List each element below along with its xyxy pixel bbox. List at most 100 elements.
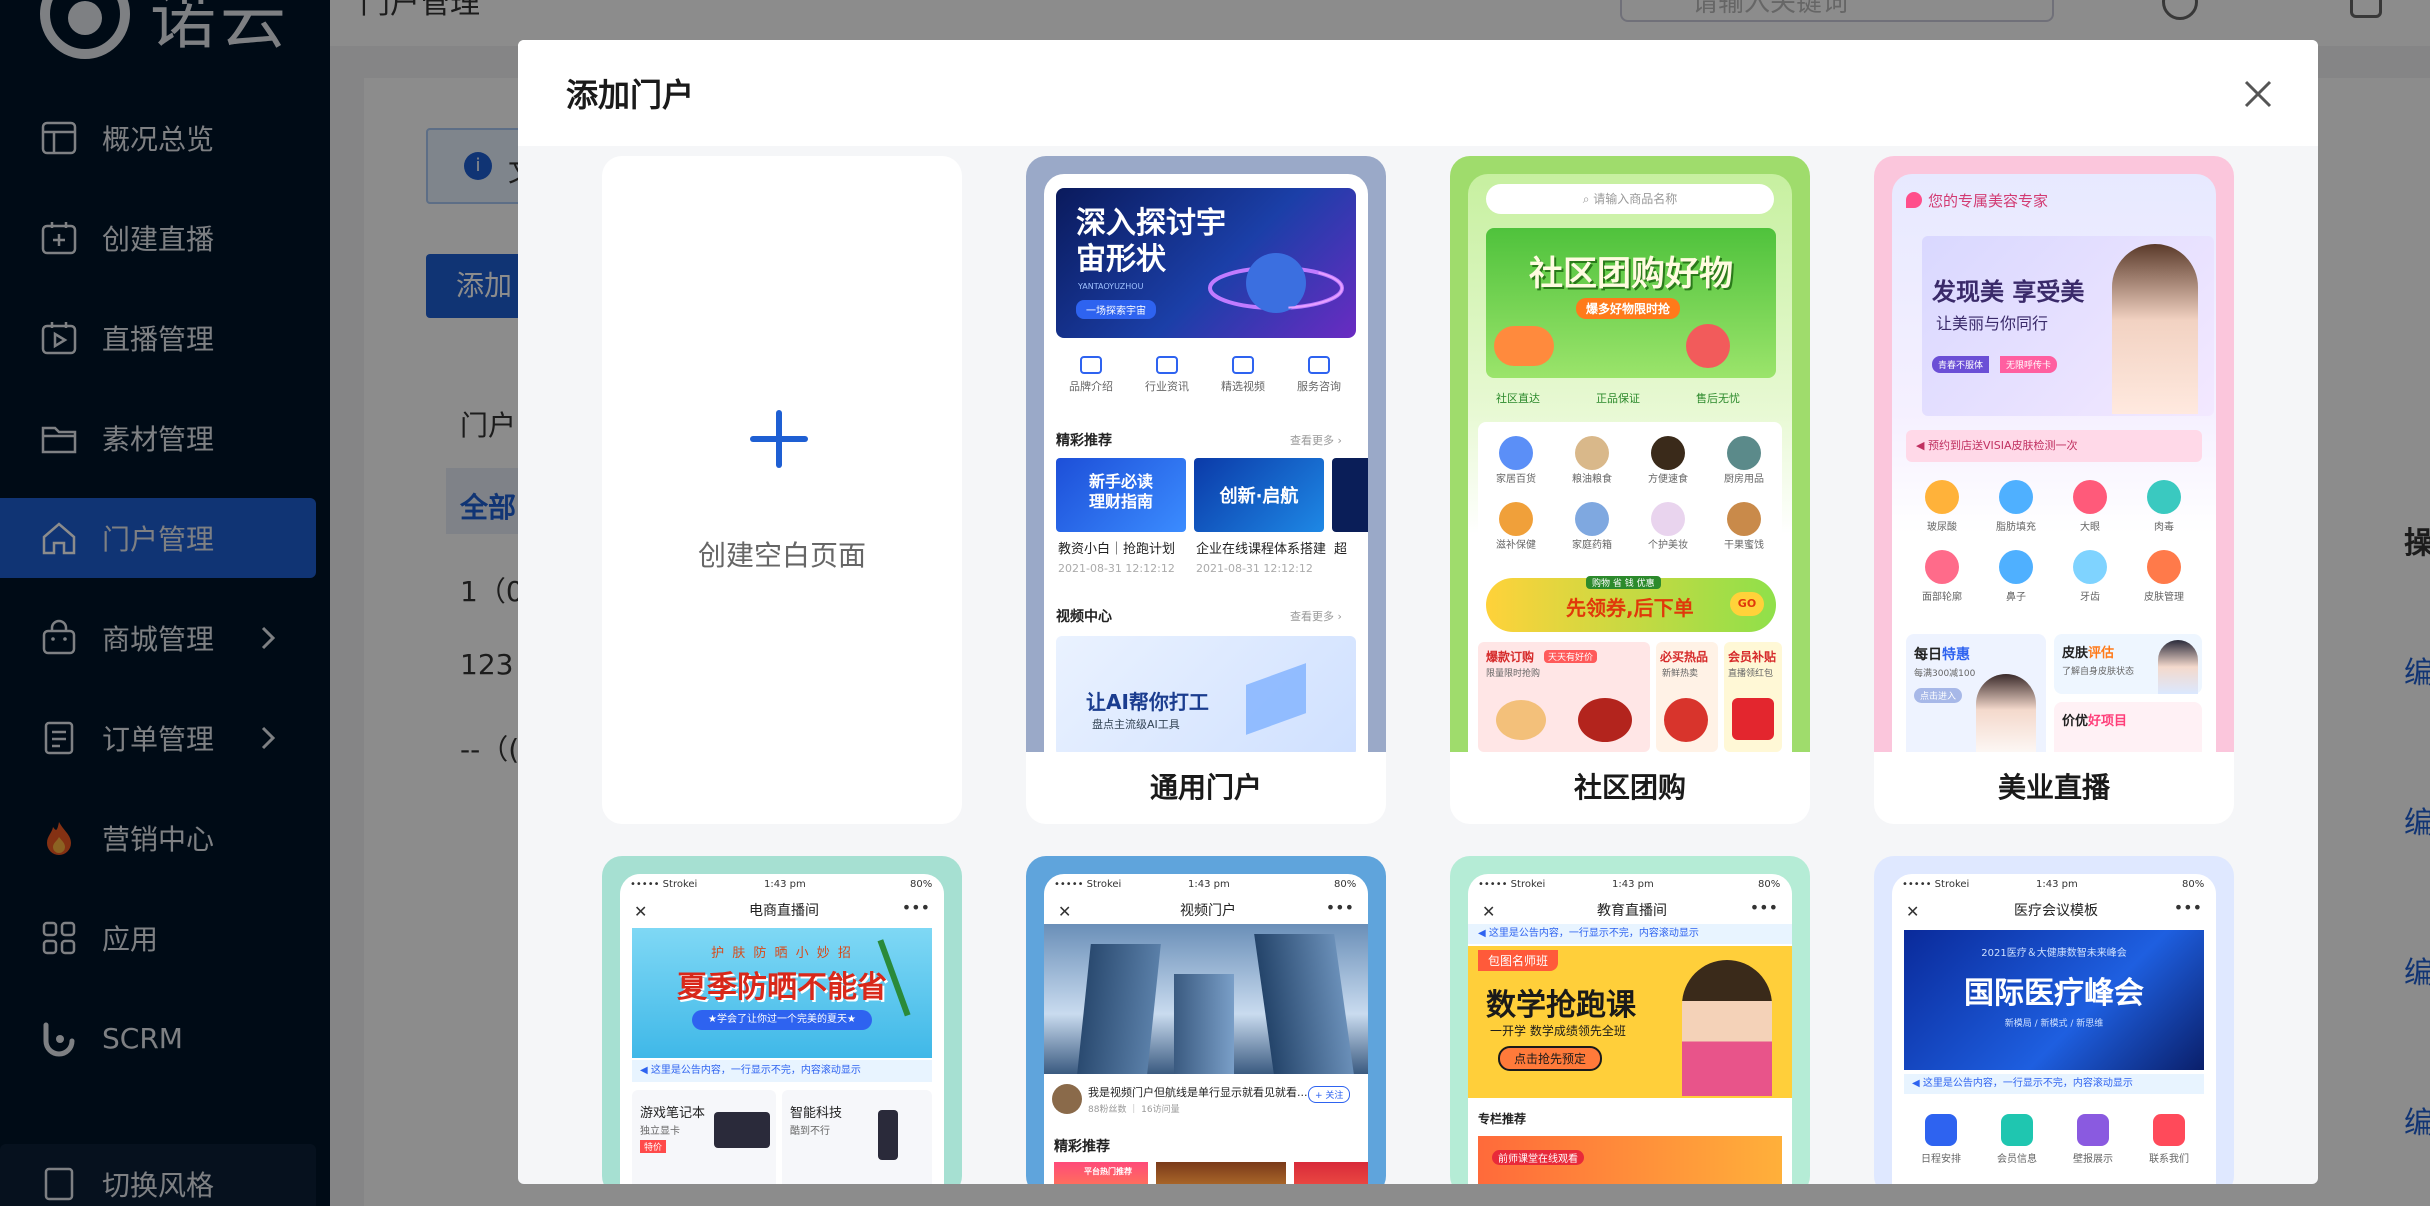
recommend-thumb	[1294, 1162, 1368, 1184]
banner-sub: 爆多好物限时抢	[1576, 298, 1681, 319]
template-name: 通用门户	[1149, 771, 1262, 804]
icon-label: 个护美妆	[1648, 540, 1688, 551]
author-meta: 88粉丝数 ｜ 16访问量	[1088, 1105, 1180, 1115]
status-bar: ••••• Strokei 1:43 pm 80%	[1892, 874, 2216, 896]
promo-title: 每日	[1914, 647, 1942, 663]
template-name: 社区团购	[1573, 771, 1686, 804]
icon-label: 肉毒	[2154, 522, 2174, 533]
phone-mockup: 深入探讨宇宙形状 YANTAOYUZHOU 一场探索宇宙 品牌介绍 行业资讯 精…	[1044, 174, 1368, 752]
badge: 社区直达	[1496, 392, 1540, 405]
icon-row: 品牌介绍 行业资讯 精选视频 服务咨询	[1056, 350, 1356, 410]
notice-text: 这里是公告内容，一行显示不完，内容滚动显示	[1488, 928, 1699, 939]
promo-title: 皮肤	[2062, 646, 2089, 661]
template-card-beauty[interactable]: 您的专属美容专家 发现美 享受美 让美丽与你同行 青春不服体 无限呼传卡 ◀ 预…	[1874, 156, 2234, 824]
banner-image: 发现美 享受美 让美丽与你同行 青春不服体 无限呼传卡	[1922, 236, 2214, 416]
banner-sub: ★学会了让你过一个完美的夏天★	[692, 1010, 872, 1030]
card-date: 2021-08-31 12:12:12	[1058, 562, 1175, 575]
face-contour-icon	[1925, 550, 1959, 584]
template-card-video-portal[interactable]: ••••• Strokei 1:43 pm 80% ✕ 视频门户 ••• 我是视频门…	[1026, 856, 1386, 1184]
template-card-medical-conference[interactable]: ••••• Strokei 1:43 pm 80% ✕ 医疗会议模板 ••• 202…	[1874, 856, 2234, 1184]
phone-title: 教育直播间	[1597, 903, 1667, 919]
template-card-community[interactable]: ⌕ 请输入商品名称 社区团购好物 爆多好物限时抢 社区直达 正品保证 售后无忧 …	[1450, 156, 1810, 824]
health-icon	[1499, 502, 1533, 536]
badge: 正品保证	[1596, 392, 1640, 405]
banner-image: 护 肤 防 晒 小 妙 招 夏季防晒不能省 ★学会了让你过一个完美的夏天★	[632, 927, 943, 1058]
banner-tag: 一场探索宇宙	[1076, 300, 1156, 319]
banner-button: 点击抢先预定	[1498, 1046, 1603, 1071]
building-graphic	[1077, 944, 1161, 1074]
teacher-portrait	[1682, 960, 1772, 1096]
speaker-icon: ◀	[1916, 439, 1928, 452]
fruit-graphic	[1686, 324, 1730, 368]
icon-label: 联系我们	[2149, 1154, 2189, 1165]
phone-mockup: 您的专属美容专家 发现美 享受美 让美丽与你同行 青春不服体 无限呼传卡 ◀ 预…	[1892, 174, 2216, 752]
phone-title: 视频门户	[1180, 903, 1236, 919]
promo-card: 会员补贴 直播领红包	[1724, 642, 1782, 752]
video-sub: 盘点主流级AI工具	[1092, 718, 1180, 731]
recommend-thumb: 平台热门推荐	[1054, 1162, 1148, 1184]
status-bar: ••••• Strokei 1:43 pm 80%	[1468, 874, 1792, 896]
video-cover	[1044, 924, 1368, 1074]
icon-label: 鼻子	[2006, 592, 2026, 603]
status-bar: ••••• Strokei 1:43 pm 80%	[1044, 874, 1368, 896]
banner-top: 护 肤 防 晒 小 妙 招	[711, 946, 853, 961]
icon-label: 服务咨询	[1297, 380, 1341, 393]
promo-highlight: 特惠	[1942, 647, 1970, 663]
product-sub: 酷到不行	[790, 1126, 830, 1137]
phone-mockup: ••••• Strokei 1:43 pm 80% ✕ 电商直播间 ••• 护 肤 …	[620, 874, 944, 1184]
tooth-icon	[2073, 550, 2107, 584]
close-icon[interactable]	[2238, 74, 2278, 114]
banner-line2: 让美丽与你同行	[1936, 314, 2049, 333]
promo-sub: 新鲜热卖	[1662, 669, 1699, 679]
banner-sub: YANTAOYUZHOU	[1078, 282, 1144, 291]
status-battery: 80%	[1758, 879, 1781, 890]
banner-image: 社区团购好物 爆多好物限时抢	[1486, 228, 1776, 378]
chat-icon	[1308, 356, 1330, 374]
product-card: 智能科技 酷到不行	[782, 1090, 932, 1184]
icon-label: 家居百货	[1496, 474, 1536, 485]
promo-highlight: 好项目	[2088, 714, 2128, 729]
notice-text: 预约到店送VISIA皮肤检测一次	[1927, 439, 2078, 452]
notice-text: 这里是公告内容，一行显示不完，内容滚动显示	[650, 1065, 861, 1076]
coupon-go-button: GO	[1730, 592, 1764, 616]
badge-row: 社区直达 正品保证 售后无忧	[1486, 388, 1776, 408]
phone-mockup: ••••• Strokei 1:43 pm 80% ✕ 视频门户 ••• 我是视频门…	[1044, 874, 1368, 1184]
status-time: 1:43 pm	[2036, 879, 2078, 890]
makeup-icon	[1651, 502, 1685, 536]
video-icon	[1232, 356, 1254, 374]
view-more-link[interactable]: 查看更多 ›	[1290, 608, 1342, 624]
icon-label: 日程安排	[1921, 1154, 1961, 1165]
banner-image: 包图名师班 数学抢跑课 一开学 数学成绩领先全班 点击抢先预定	[1468, 946, 1792, 1098]
more-icon: •••	[1325, 898, 1354, 917]
laptop-graphic	[714, 1112, 770, 1148]
section-title: 视频中心	[1056, 609, 1112, 625]
fat-fill-icon	[1999, 480, 2033, 514]
poster-icon	[2077, 1114, 2109, 1146]
promo-row: 爆款订购 天天有好价 限量限时抢购 必买热品 新鲜热卖 会员补贴 直播领红包	[1478, 642, 1782, 752]
banner-title: 数学抢跑课	[1486, 988, 1636, 1023]
notice-bar: ◀ 这里是公告内容，一行显示不完，内容滚动显示	[632, 1060, 932, 1082]
status-time: 1:43 pm	[1188, 879, 1230, 890]
template-card-ecommerce-live[interactable]: ••••• Strokei 1:43 pm 80% ✕ 电商直播间 ••• 护 肤 …	[602, 856, 962, 1184]
doctor-portrait	[2158, 640, 2198, 694]
eye-icon	[2073, 480, 2107, 514]
category-grid: 家居百货 粮油粮食 方便速食 厨房用品 滋补保健 家庭药箱 个护美妆 干果蜜饯	[1478, 422, 1782, 572]
dates-graphic	[1578, 698, 1632, 742]
promo-card: 必买热品 新鲜热卖	[1656, 642, 1718, 752]
search-placeholder: 请输入商品名称	[1593, 192, 1678, 206]
icon-label: 皮肤管理	[2144, 592, 2184, 603]
banner-sub: 新模局 / 新模式 / 新思维	[2004, 1019, 2104, 1029]
template-card-education-live[interactable]: ••••• Strokei 1:43 pm 80% ✕ 教育直播间 ••• ◀ 这里…	[1450, 856, 1810, 1184]
card-caption: 超	[1334, 542, 1348, 557]
create-blank-page-card[interactable]: 创建空白页面	[602, 156, 962, 824]
status-carrier: ••••• Strokei	[630, 879, 698, 890]
product-title: 智能科技	[790, 1106, 843, 1121]
promo-title: 价优	[2062, 714, 2089, 729]
view-more-link[interactable]: 查看更多 ›	[1290, 432, 1342, 448]
card-image-text: 新手必读 理财指南	[1088, 472, 1153, 511]
banner-title: 社区团购好物	[1529, 254, 1733, 294]
template-preview: ⌕ 请输入商品名称 社区团购好物 爆多好物限时抢 社区直达 正品保证 售后无忧 …	[1450, 156, 1810, 752]
phone-mockup: ⌕ 请输入商品名称 社区团购好物 爆多好物限时抢 社区直达 正品保证 售后无忧 …	[1468, 174, 1792, 752]
dried-fruit-icon	[1727, 502, 1761, 536]
template-card-general[interactable]: 深入探讨宇宙形状 YANTAOYUZHOU 一场探索宇宙 品牌介绍 行业资讯 精…	[1026, 156, 1386, 824]
